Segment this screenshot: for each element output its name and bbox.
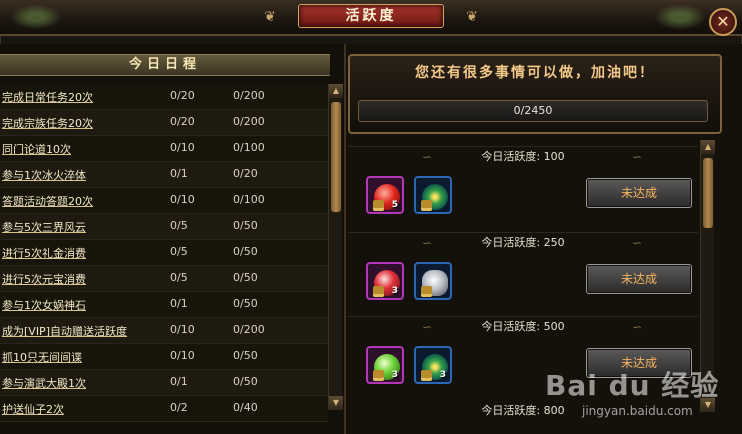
task-activity-points: 0/50 xyxy=(233,271,258,284)
baidu-watermark-url: jingyan.baidu.com xyxy=(582,404,693,418)
task-progress: 0/2 xyxy=(170,401,188,414)
reward-item-slot[interactable] xyxy=(414,176,452,214)
scroll-up-icon[interactable]: ▲ xyxy=(701,140,715,154)
reward-item-slot[interactable] xyxy=(414,262,452,300)
schedule-row: 参与5次三界风云 0/5 0/50 xyxy=(0,214,328,240)
tier-label: 今日活跃度: 500 xyxy=(481,320,565,333)
task-progress: 0/1 xyxy=(170,375,188,388)
schedule-row: 完成日常任务20次 0/20 0/200 xyxy=(0,84,328,110)
task-link[interactable]: 参与5次三界风云 xyxy=(2,219,86,235)
schedule-row: 成为[VIP]自动赠送活跃度 0/10 0/200 xyxy=(0,318,328,344)
task-progress: 0/5 xyxy=(170,271,188,284)
task-activity-points: 0/100 xyxy=(233,193,265,206)
task-link[interactable]: 参与演武大殿1次 xyxy=(2,375,86,391)
task-progress: 0/10 xyxy=(170,349,195,362)
task-link[interactable]: 同门论道10次 xyxy=(2,141,71,157)
task-link[interactable]: 参与1次女娲神石 xyxy=(2,297,86,313)
task-link[interactable]: 完成宗族任务20次 xyxy=(2,115,93,131)
task-activity-points: 0/50 xyxy=(233,349,258,362)
schedule-title: 今日日程 xyxy=(128,57,201,72)
total-progress-text: 0/2450 xyxy=(513,104,553,117)
task-link[interactable]: 进行5次礼金消费 xyxy=(2,245,86,261)
item-quantity: 5 xyxy=(391,200,398,210)
task-activity-points: 0/200 xyxy=(233,89,265,102)
title-scroll-ornament-left: ❦ xyxy=(264,9,276,25)
schedule-row: 参与演武大殿1次 0/1 0/50 xyxy=(0,370,328,396)
encourage-message: 您还有很多事情可以做，加油吧！ xyxy=(415,65,655,81)
scroll-up-icon[interactable]: ▲ xyxy=(329,84,343,98)
task-activity-points: 0/100 xyxy=(233,141,265,154)
corner-ornament-left xyxy=(6,2,66,32)
close-button[interactable]: ✕ xyxy=(709,8,737,36)
tier-label: 今日活跃度: 100 xyxy=(481,150,565,163)
task-progress: 0/10 xyxy=(170,193,195,206)
item-quantity: 3 xyxy=(391,370,398,380)
task-activity-points: 0/50 xyxy=(233,219,258,232)
scroll-down-icon[interactable]: ▼ xyxy=(329,396,343,410)
task-link[interactable]: 抓10只无间间谍 xyxy=(2,349,82,365)
task-progress: 0/20 xyxy=(170,89,195,102)
reward-item-slot[interactable]: 3 xyxy=(366,262,404,300)
schedule-row: 进行5次礼金消费 0/5 0/50 xyxy=(0,240,328,266)
rewards-scroll-thumb[interactable] xyxy=(703,158,713,228)
task-activity-points: 0/40 xyxy=(233,401,258,414)
task-link[interactable]: 护送仙子2次 xyxy=(2,401,64,417)
schedule-row: 答题活动答题20次 0/10 0/100 xyxy=(0,188,328,214)
reward-item-slot[interactable]: 3 xyxy=(414,346,452,384)
corner-ornament-right xyxy=(650,2,710,32)
task-link[interactable]: 答题活动答题20次 xyxy=(2,193,93,209)
schedule-row: 护送仙子2次 0/2 0/40 xyxy=(0,396,328,422)
schedule-row: 进行5次元宝消费 0/5 0/50 xyxy=(0,266,328,292)
claim-button[interactable]: 未达成 xyxy=(586,264,692,294)
schedule-row: 参与1次冰火淬体 0/1 0/20 xyxy=(0,162,328,188)
task-progress: 0/1 xyxy=(170,297,188,310)
task-link[interactable]: 成为[VIP]自动赠送活跃度 xyxy=(2,323,127,339)
lock-icon xyxy=(373,286,384,297)
claim-button[interactable]: 未达成 xyxy=(586,178,692,208)
schedule-row: 同门论道10次 0/10 0/100 xyxy=(0,136,328,162)
lock-icon xyxy=(421,370,432,381)
schedule-scroll-thumb[interactable] xyxy=(331,102,341,212)
schedule-row: 完成宗族任务20次 0/20 0/200 xyxy=(0,110,328,136)
task-activity-points: 0/50 xyxy=(233,297,258,310)
lock-icon xyxy=(373,200,384,211)
schedule-row: 参与1次女娲神石 0/1 0/50 xyxy=(0,292,328,318)
task-progress: 0/5 xyxy=(170,219,188,232)
lock-icon xyxy=(421,286,432,297)
task-link[interactable]: 完成日常任务20次 xyxy=(2,89,93,105)
reward-item-slot[interactable]: 5 xyxy=(366,176,404,214)
item-quantity: 3 xyxy=(439,370,446,380)
title-scroll-ornament-right: ❦ xyxy=(466,9,478,25)
task-progress: 0/1 xyxy=(170,167,188,180)
task-progress: 0/5 xyxy=(170,245,188,258)
task-activity-points: 0/50 xyxy=(233,245,258,258)
reward-item-slot[interactable]: 3 xyxy=(366,346,404,384)
schedule-scrollbar[interactable]: ▲ ▼ xyxy=(328,84,343,410)
task-link[interactable]: 参与1次冰火淬体 xyxy=(2,167,86,183)
tier-label: 今日活跃度: 250 xyxy=(481,236,565,249)
baidu-watermark-logo: Bai du 经验 xyxy=(545,369,720,402)
schedule-list: 完成日常任务20次 0/20 0/200 完成宗族任务20次 0/20 0/200 同门论道… xyxy=(0,84,328,422)
task-activity-points: 0/200 xyxy=(233,115,265,128)
task-activity-points: 0/200 xyxy=(233,323,265,336)
task-progress: 0/10 xyxy=(170,141,195,154)
task-progress: 0/20 xyxy=(170,115,195,128)
task-activity-points: 0/50 xyxy=(233,375,258,388)
task-progress: 0/10 xyxy=(170,323,195,336)
lock-icon xyxy=(421,200,432,211)
schedule-row: 抓10只无间间谍 0/10 0/50 xyxy=(0,344,328,370)
window-title: 活跃度 xyxy=(345,8,397,24)
task-link[interactable]: 进行5次元宝消费 xyxy=(2,271,86,287)
item-quantity: 3 xyxy=(391,286,398,296)
lock-icon xyxy=(373,370,384,381)
task-activity-points: 0/20 xyxy=(233,167,258,180)
